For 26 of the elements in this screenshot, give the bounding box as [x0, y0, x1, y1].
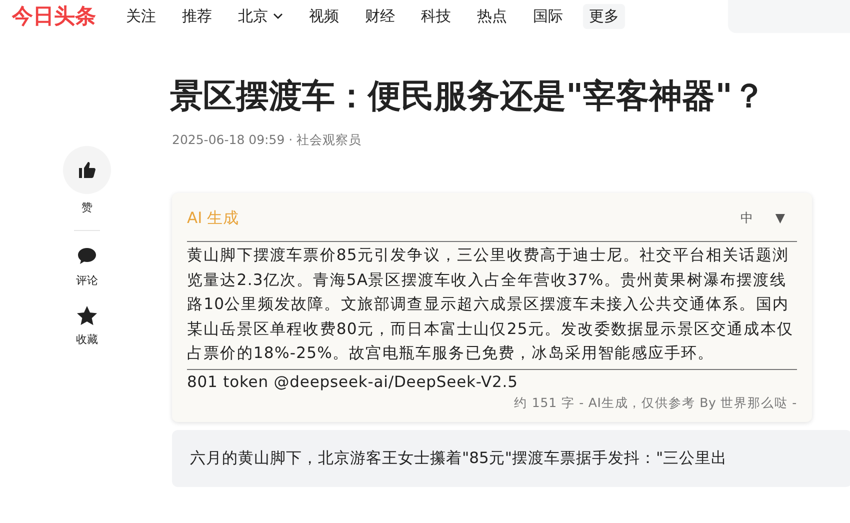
summary-footer: 约 151 字 - AI生成，仅供参考 By 世界那么哒 -: [187, 394, 797, 412]
nav-link[interactable]: 北京: [232, 4, 289, 28]
model-info: 801 token @deepseek-ai/DeepSeek-V2.5: [187, 372, 519, 391]
nav-link[interactable]: 科技: [415, 4, 457, 28]
site-logo[interactable]: 今日头条: [12, 2, 120, 30]
more-button[interactable]: 更多: [583, 4, 625, 28]
star-icon[interactable]: [76, 304, 98, 326]
nav-link[interactable]: 关注: [120, 4, 162, 28]
article-paragraph: 六月的黄山脚下，北京游客王女士攥着"85元"摆渡车票据手发抖："三公里出: [190, 448, 728, 469]
thumbs-up-icon: [77, 160, 97, 180]
nav-link[interactable]: 热点: [471, 4, 513, 28]
collapse-toggle[interactable]: ▼: [775, 210, 785, 226]
nav-link[interactable]: 推荐: [176, 4, 218, 28]
summary-text: 黄山脚下摆渡车票价85元引发争议，三公里收费高于迪士尼。社交平台相关话题浏览量达2.3亿次。青海5A景区摆渡车收入占全年营收37%。贵州黄果树瀑布摆渡线路10公里频发故障。文旅部调查显示超六成景区摆渡车未接入公共交通体系。国内某山岳景区单程收费80元，而日本富士山仅25元。发改委数据显示景区交通成本仅占票价的18%-25%。故宫电瓶车服务已免费，冰岛采用智能感应手环。: [187, 242, 797, 370]
article-meta: 2025-06-18 09:59 · 社会观察员: [172, 132, 363, 149]
nav-link[interactable]: 视频: [303, 4, 345, 28]
speech-bubble-icon[interactable]: [77, 247, 97, 265]
size-toggle[interactable]: 中: [740, 210, 754, 226]
summary-heading: AI 生成: [187, 208, 240, 228]
nav-link[interactable]: 国际: [527, 4, 569, 28]
article-title: 景区摆渡车：便民服务还是"宰客神器"？: [170, 75, 766, 117]
action-label: 赞: [82, 200, 92, 215]
nav-link[interactable]: 财经: [359, 4, 401, 28]
action-label: 收藏: [76, 332, 98, 347]
like-button[interactable]: [63, 146, 111, 194]
action-label: 评论: [76, 273, 98, 288]
